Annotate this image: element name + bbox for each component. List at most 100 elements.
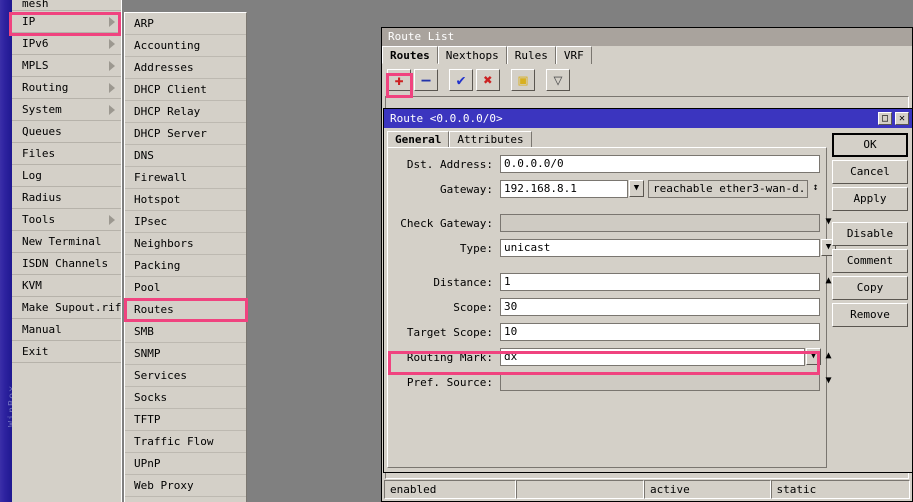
dialog-tab-general[interactable]: General (387, 131, 450, 148)
tab-rules[interactable]: Rules (506, 46, 556, 64)
menu-item-label: Make Supout.rif (22, 301, 122, 314)
ip-submenu-item-neighbors[interactable]: Neighbors (125, 233, 246, 255)
ip-submenu-item-traffic-flow[interactable]: Traffic Flow (125, 431, 246, 453)
field-input-pref-source[interactable] (500, 373, 820, 391)
menu-item-label: Routing (22, 81, 69, 94)
field-row-distance: Distance: 1 ▲ (388, 273, 832, 294)
menu-item-label: Log (22, 169, 42, 182)
close-icon[interactable]: ✕ (895, 112, 909, 125)
main-menu[interactable]: mesh IP IPv6 MPLS Routing System Queues Files L… (12, 0, 122, 502)
menu-item-label: Queues (22, 125, 62, 138)
status-cell-3: static (770, 480, 910, 499)
enable-button[interactable]: ✔ (449, 69, 473, 91)
filter-button[interactable]: ▽ (546, 69, 570, 91)
spinner-arrow-icon-routing-mark[interactable]: ▲ (822, 348, 835, 366)
spinner-arrow-icon-pref-source[interactable]: ▼ (822, 373, 835, 391)
ip-submenu-item-accounting[interactable]: Accounting (125, 35, 246, 57)
menu-item-label: New Terminal (22, 235, 102, 248)
field-input-check-gateway[interactable] (500, 214, 820, 232)
ip-submenu-item-hotspot[interactable]: Hotspot (125, 189, 246, 211)
remove-button[interactable]: Remove (832, 303, 908, 327)
cancel-button[interactable]: Cancel (832, 160, 908, 184)
copy-button[interactable]: Copy (832, 276, 908, 300)
field-row-pref-source: Pref. Source: ▼ (388, 373, 832, 394)
ip-submenu-item-dns[interactable]: DNS (125, 145, 246, 167)
menu-item-log[interactable]: Log (12, 165, 121, 187)
menu-item-isdn-channels[interactable]: ISDN Channels (12, 253, 121, 275)
menu-item-new-terminal[interactable]: New Terminal (12, 231, 121, 253)
field-input-gateway[interactable]: 192.168.8.1 (500, 180, 628, 198)
apply-button[interactable]: Apply (832, 187, 908, 211)
menu-item-queues[interactable]: Queues (12, 121, 121, 143)
field-input-routing-mark[interactable]: dx (500, 348, 805, 366)
gateway-status-field[interactable]: reachable ether3-wan-d... (648, 180, 808, 198)
menu-item-routing[interactable]: Routing (12, 77, 121, 99)
ip-submenu-item-dhcp-client[interactable]: DHCP Client (125, 79, 246, 101)
ip-submenu-item-smb[interactable]: SMB (125, 321, 246, 343)
status-cell-1 (515, 480, 645, 499)
tab-routes[interactable]: Routes (382, 46, 438, 64)
menu-item-mesh-partial[interactable]: mesh (12, 0, 121, 11)
ip-submenu-item-packing[interactable]: Packing (125, 255, 246, 277)
field-input-dst-address[interactable]: 0.0.0.0/0 (500, 155, 820, 173)
button-group-gap (832, 214, 908, 222)
ip-submenu-item-addresses[interactable]: Addresses (125, 57, 246, 79)
tab-nexthops[interactable]: Nexthops (437, 46, 507, 64)
ip-submenu-item-snmp[interactable]: SNMP (125, 343, 246, 365)
toolbar-separator (503, 69, 511, 70)
ip-submenu[interactable]: ARP Accounting Addresses DHCP Client DHCP Re… (124, 12, 247, 502)
main-menu-list: IP IPv6 MPLS Routing System Queues Files Log Rad… (12, 11, 121, 363)
menu-item-radius[interactable]: Radius (12, 187, 121, 209)
field-input-scope[interactable]: 30 (500, 298, 820, 316)
ip-submenu-item-ipsec[interactable]: IPsec (125, 211, 246, 233)
add-button[interactable]: ✚ (387, 69, 411, 91)
field-row-type: Type: unicast ▼ (388, 239, 836, 260)
menu-item-exit[interactable]: Exit (12, 341, 121, 363)
ip-submenu-item-routes[interactable]: Routes (125, 299, 246, 321)
field-input-target-scope[interactable]: 10 (500, 323, 820, 341)
toolbar-separator (538, 69, 546, 70)
ip-submenu-item-firewall[interactable]: Firewall (125, 167, 246, 189)
ip-submenu-item-arp[interactable]: ARP (125, 13, 246, 35)
ip-submenu-item-pool[interactable]: Pool (125, 277, 246, 299)
route-dialog-titlebar[interactable]: Route <0.0.0.0/0> □ ✕ (384, 109, 912, 128)
field-label-type: Type: (459, 242, 493, 255)
menu-item-make-supout-rif[interactable]: Make Supout.rif (12, 297, 121, 319)
field-row-dst-address: Dst. Address: 0.0.0.0/0 (388, 155, 826, 176)
ip-submenu-item-dhcp-server[interactable]: DHCP Server (125, 123, 246, 145)
menu-item-ip[interactable]: IP (12, 11, 121, 33)
field-input-distance[interactable]: 1 (500, 273, 820, 291)
dialog-tab-attributes[interactable]: Attributes (449, 131, 532, 148)
comment-button[interactable]: ▣ (511, 69, 535, 91)
menu-item-label: Radius (22, 191, 62, 204)
route-list-titlebar[interactable]: Route List (382, 28, 912, 46)
tab-vrf[interactable]: VRF (555, 46, 592, 64)
ip-submenu-item-dhcp-relay[interactable]: DHCP Relay (125, 101, 246, 123)
disable-button[interactable]: ✖ (476, 69, 500, 91)
ok-button[interactable]: OK (832, 133, 908, 157)
remove-button[interactable]: – (414, 69, 438, 91)
ip-submenu-item-web-proxy[interactable]: Web Proxy (125, 475, 246, 497)
status-cell-0: enabled (384, 480, 516, 499)
comment-button[interactable]: Comment (832, 249, 908, 273)
gateway-status-spinner-icon[interactable]: ↕ (809, 180, 822, 198)
menu-item-tools[interactable]: Tools (12, 209, 121, 231)
dropdown-arrow-icon-gateway[interactable]: ▼ (629, 180, 644, 197)
route-list-toolbar: ✚ – ✔ ✖ ▣ ▽ (382, 65, 912, 95)
disable-button[interactable]: Disable (832, 222, 908, 246)
ip-submenu-item-upnp[interactable]: UPnP (125, 453, 246, 475)
chevron-right-icon (109, 61, 115, 71)
dropdown-arrow-icon-routing-mark[interactable]: ▼ (806, 348, 821, 365)
menu-item-manual[interactable]: Manual (12, 319, 121, 341)
menu-item-files[interactable]: Files (12, 143, 121, 165)
ip-submenu-item-socks[interactable]: Socks (125, 387, 246, 409)
menu-item-system[interactable]: System (12, 99, 121, 121)
maximize-icon[interactable]: □ (878, 112, 892, 125)
field-input-type[interactable]: unicast (500, 239, 820, 257)
menu-item-mpls[interactable]: MPLS (12, 55, 121, 77)
form-separator (388, 205, 826, 214)
menu-item-kvm[interactable]: KVM (12, 275, 121, 297)
menu-item-ipv6[interactable]: IPv6 (12, 33, 121, 55)
ip-submenu-item-tftp[interactable]: TFTP (125, 409, 246, 431)
ip-submenu-item-services[interactable]: Services (125, 365, 246, 387)
